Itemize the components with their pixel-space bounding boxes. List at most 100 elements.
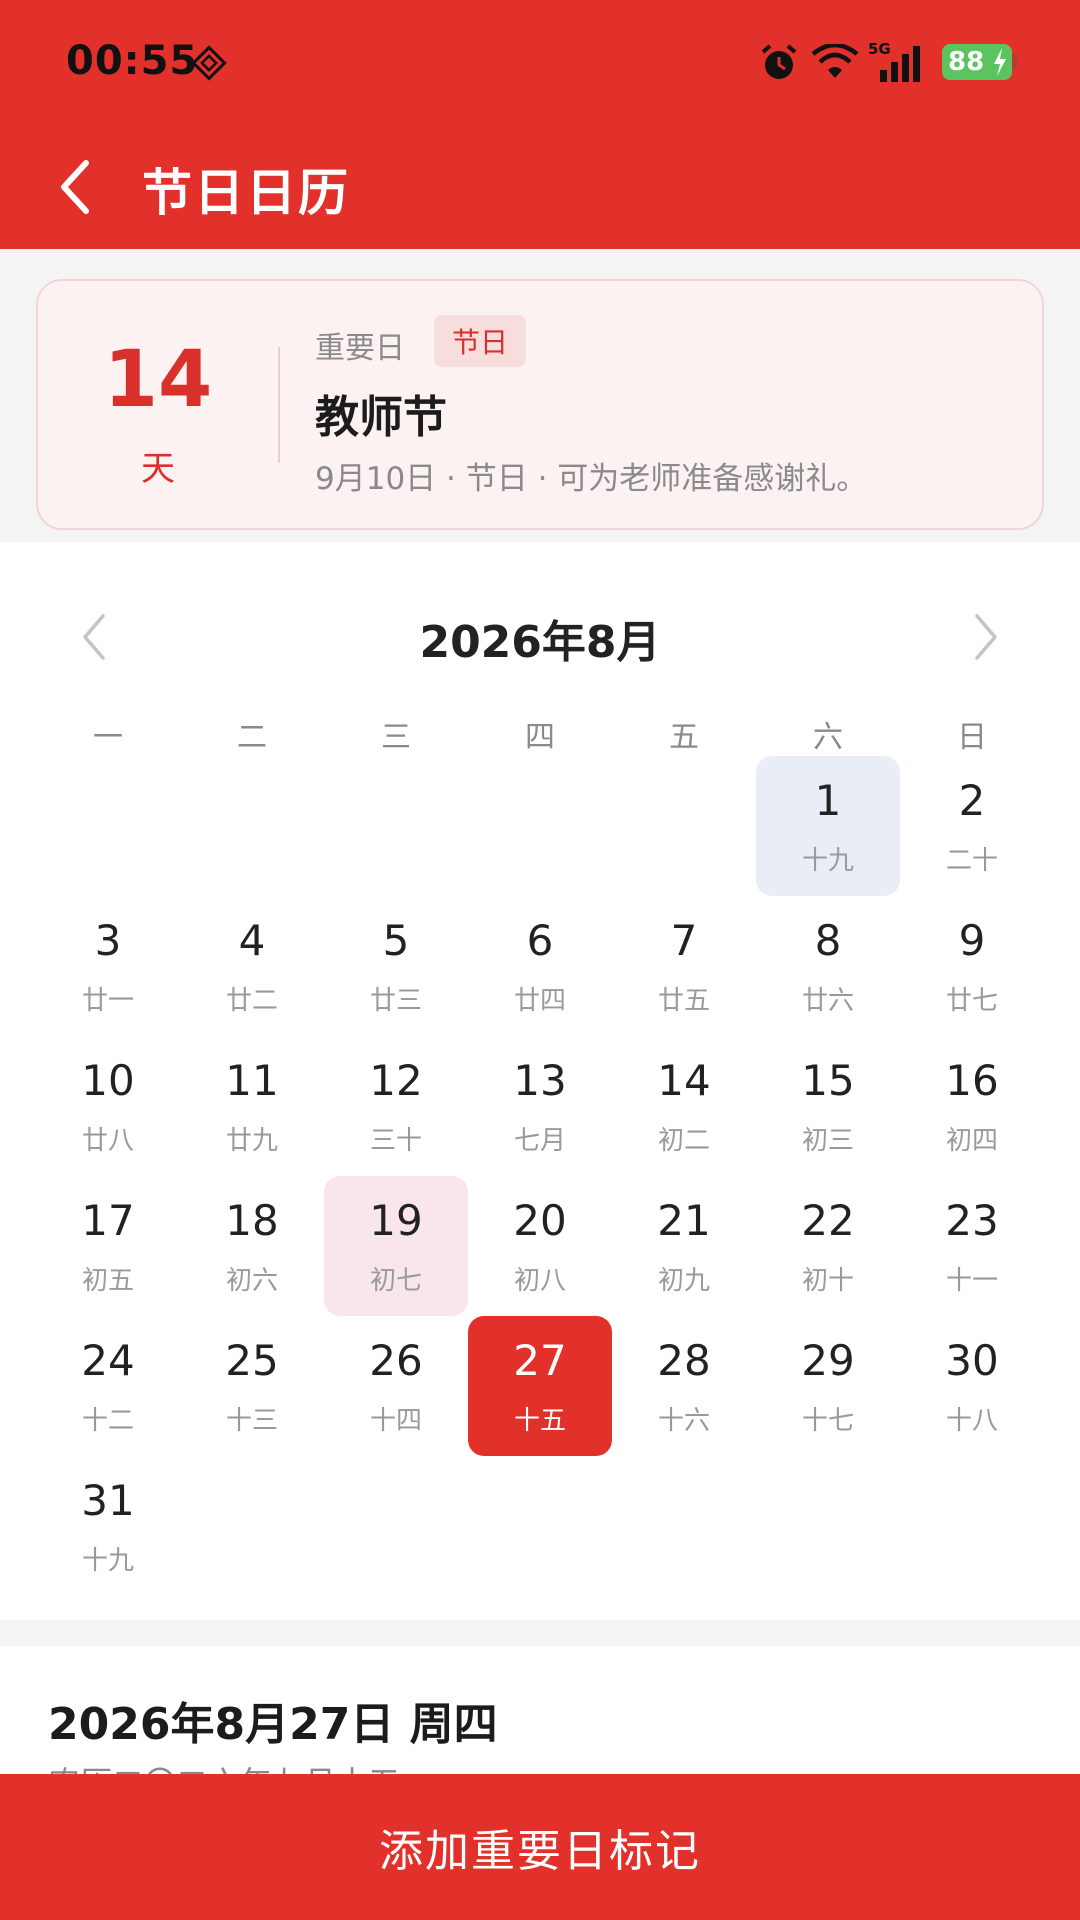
day-number: 23	[945, 1196, 999, 1245]
day-number: 6	[526, 916, 554, 965]
weekday-label: 三	[381, 720, 411, 755]
calendar-day[interactable]: 30 十八	[900, 1316, 1044, 1456]
weekday-label: 五	[669, 720, 699, 755]
calendar-day[interactable]: 17 初五	[36, 1176, 180, 1316]
calendar-day[interactable]: 8 廿六	[756, 896, 900, 1036]
lunar-date: 初八	[513, 1266, 566, 1296]
day-number: 31	[81, 1476, 135, 1525]
lunar-date: 廿七	[945, 986, 998, 1016]
calendar-day[interactable]: 11 廿九	[180, 1036, 324, 1176]
day-number: 5	[382, 916, 410, 965]
calendar-day[interactable]: 18 初六	[180, 1176, 324, 1316]
app-header: 00:55 5G 88 节日日历	[0, 0, 1080, 249]
day-number: 27	[513, 1336, 567, 1385]
battery-tip	[1012, 54, 1017, 70]
event-type-badge: 节日	[434, 315, 527, 367]
calendar-day[interactable]: 23 十一	[900, 1176, 1044, 1316]
lunar-date: 三十	[369, 1126, 422, 1156]
lunar-date: 十七	[801, 1406, 854, 1436]
lunar-date: 廿八	[81, 1126, 134, 1156]
calendar-day[interactable]: 12 三十	[324, 1036, 468, 1176]
lunar-date: 廿二	[225, 986, 278, 1016]
day-number: 2	[958, 776, 986, 825]
month-calendar: 2026年8月 一 二 三 四 五 六 日 1 十九 2 二十 3 廿一 4 廿二 5 廿三 6 廿四 7 廿五 8 廿六…	[0, 542, 1080, 1620]
selected-date-title: 2026年8月27日 周四	[48, 1699, 498, 1750]
lunar-date: 初九	[657, 1266, 710, 1296]
status-time: 00:55	[66, 38, 199, 84]
calendar-day[interactable]: 5 廿三	[324, 896, 468, 1036]
lunar-date: 十四	[369, 1406, 422, 1436]
calendar-day[interactable]: 2 二十	[900, 756, 1044, 896]
calendar-day[interactable]: 13 七月	[468, 1036, 612, 1176]
day-number: 3	[94, 916, 122, 965]
day-number: 29	[801, 1336, 855, 1385]
card-divider	[278, 347, 280, 463]
calendar-day[interactable]: 22 初十	[756, 1176, 900, 1316]
lunar-date: 十三	[225, 1406, 278, 1436]
day-number: 28	[657, 1336, 711, 1385]
upcoming-event-card[interactable]: 14 天 重要日 节日 教师节 9月10日 · 节日 · 可为老师准备感谢礼。	[36, 279, 1044, 530]
battery-level: 88	[948, 47, 985, 77]
calendar-day[interactable]: 10 廿八	[36, 1036, 180, 1176]
lunar-date: 初七	[369, 1266, 422, 1296]
add-important-day-button[interactable]: 添加重要日标记	[0, 1774, 1080, 1920]
lunar-date: 初二	[657, 1126, 710, 1156]
day-number: 11	[225, 1056, 279, 1105]
calendar-day[interactable]: 28 十六	[612, 1316, 756, 1456]
calendar-day[interactable]: 26 十四	[324, 1316, 468, 1456]
back-button[interactable]	[44, 147, 104, 227]
chevron-left-icon	[61, 160, 89, 214]
day-number: 1	[814, 776, 842, 825]
lunar-date: 十八	[945, 1406, 998, 1436]
lunar-date: 十二	[81, 1406, 134, 1436]
lunar-date: 初四	[945, 1126, 998, 1156]
day-number: 20	[513, 1196, 567, 1245]
chevron-right-icon	[975, 614, 997, 660]
calendar-day[interactable]: 4 廿二	[180, 896, 324, 1036]
weekday-label: 日	[957, 720, 987, 755]
section-gap	[0, 1620, 1080, 1646]
calendar-day[interactable]: 31 十九	[36, 1456, 180, 1596]
signal-strength-icon	[880, 46, 920, 82]
notification-diamond-icon	[191, 45, 227, 81]
navigation-bar: 节日日历	[0, 125, 1080, 249]
day-number: 25	[225, 1336, 279, 1385]
lunar-date: 初五	[81, 1266, 134, 1296]
calendar-day[interactable]: 19 初七	[324, 1176, 468, 1316]
calendar-day[interactable]: 25 十三	[180, 1316, 324, 1456]
weekday-header: 一二三四五六日	[0, 712, 1080, 762]
status-bar: 00:55 5G 88	[0, 0, 1080, 125]
lunar-date: 初十	[801, 1266, 854, 1296]
day-number: 26	[369, 1336, 423, 1385]
day-number: 10	[81, 1056, 135, 1105]
calendar-day[interactable]: 6 廿四	[468, 896, 612, 1036]
calendar-day[interactable]: 14 初二	[612, 1036, 756, 1176]
day-number: 4	[238, 916, 266, 965]
next-month-button[interactable]	[956, 602, 1016, 672]
calendar-day[interactable]: 29 十七	[756, 1316, 900, 1456]
weekday-label: 四	[525, 720, 555, 755]
calendar-day[interactable]: 20 初八	[468, 1176, 612, 1316]
calendar-day[interactable]: 9 廿七	[900, 896, 1044, 1036]
lunar-date: 廿六	[801, 986, 854, 1016]
lunar-date: 初六	[225, 1266, 278, 1296]
calendar-day[interactable]: 1 十九	[756, 756, 900, 896]
weekday-label: 二	[237, 720, 267, 755]
day-number: 19	[369, 1196, 423, 1245]
battery-indicator: 88	[942, 44, 1012, 80]
calendar-day[interactable]: 16 初四	[900, 1036, 1044, 1176]
day-number: 17	[81, 1196, 135, 1245]
lunar-date: 廿九	[225, 1126, 278, 1156]
lunar-date: 七月	[513, 1126, 566, 1156]
calendar-day[interactable]: 3 廿一	[36, 896, 180, 1036]
day-number: 13	[513, 1056, 567, 1105]
calendar-day-selected[interactable]: 27 十五	[468, 1316, 612, 1456]
day-number: 21	[657, 1196, 711, 1245]
calendar-day[interactable]: 7 廿五	[612, 896, 756, 1036]
countdown-unit: 天	[141, 449, 175, 489]
calendar-day[interactable]: 21 初九	[612, 1176, 756, 1316]
lunar-date: 十六	[657, 1406, 710, 1436]
calendar-day[interactable]: 15 初三	[756, 1036, 900, 1176]
calendar-day[interactable]: 24 十二	[36, 1316, 180, 1456]
lunar-date: 廿一	[81, 986, 134, 1016]
